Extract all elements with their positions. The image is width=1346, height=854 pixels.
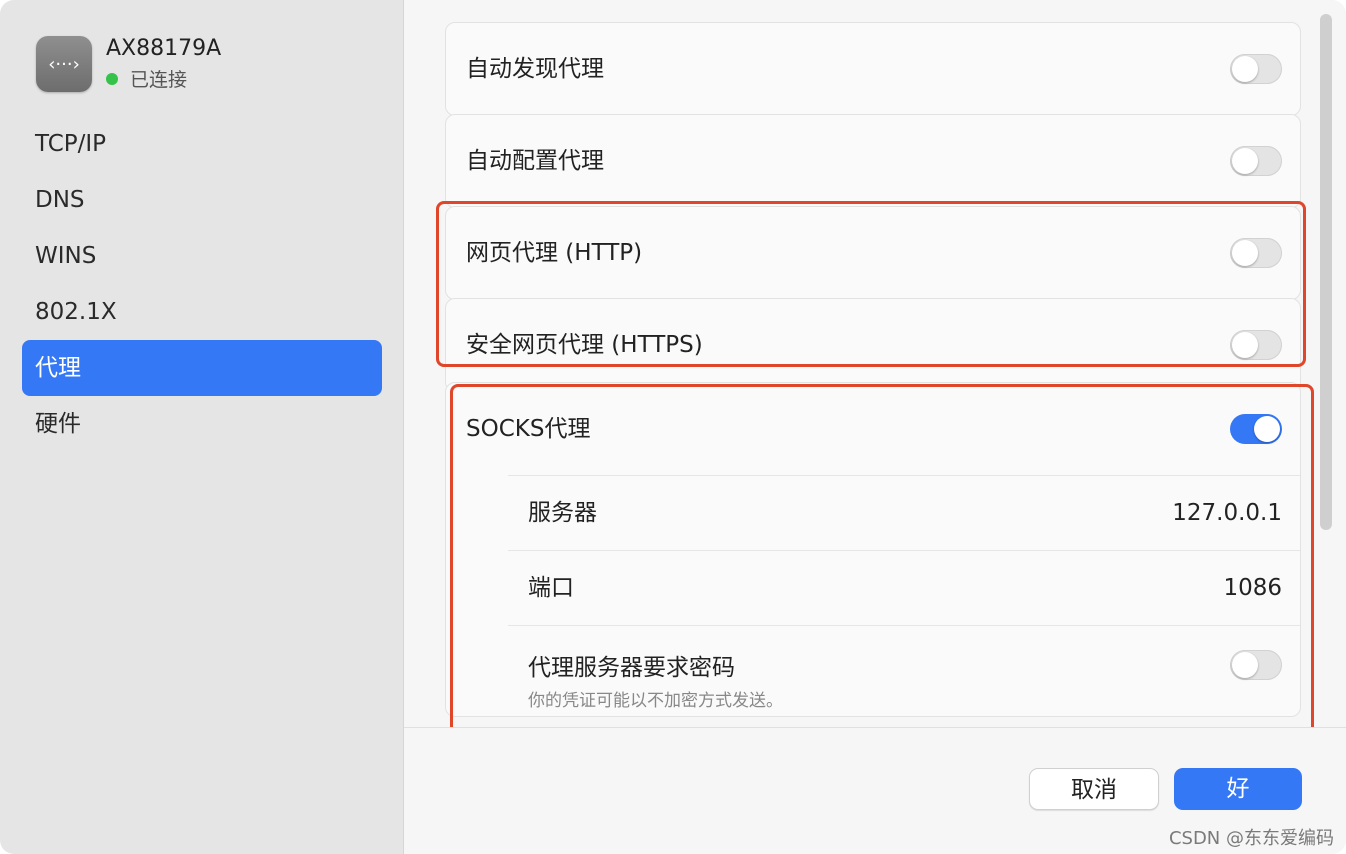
sidebar-item-label: 硬件 — [35, 411, 81, 437]
toggle-knob — [1232, 148, 1258, 174]
proxy-settings-content: 自动发现代理 自动配置代理 网页代理 (HTTP) 安全网页代理 (HTTPS)… — [404, 0, 1314, 727]
device-info: AX88179A 已连接 — [106, 36, 221, 92]
sidebar-item-label: DNS — [35, 187, 85, 213]
sidebar-nav: TCP/IP DNS WINS 802.1X 代理 硬件 — [22, 116, 382, 452]
device-status: 已连接 — [106, 65, 221, 92]
sidebar-item-tcpip[interactable]: TCP/IP — [22, 116, 382, 172]
auto-discovery-card: 自动发现代理 — [445, 22, 1301, 116]
highlight-box-socks — [450, 384, 1314, 727]
sidebar-item-label: 代理 — [35, 355, 81, 381]
network-interface-icon: ‹···› — [36, 36, 92, 92]
auto-discovery-label: 自动发现代理 — [466, 56, 604, 82]
sidebar-item-label: TCP/IP — [35, 131, 107, 157]
sidebar-item-8021x[interactable]: 802.1X — [22, 284, 382, 340]
scrollbar[interactable] — [1320, 14, 1332, 530]
device-name: AX88179A — [106, 36, 222, 61]
device-header: ‹···› AX88179A 已连接 — [36, 36, 221, 92]
auto-config-row: 自动配置代理 — [446, 115, 1300, 207]
toggle-knob — [1232, 56, 1258, 82]
watermark: CSDN @东东爱编码 — [1168, 828, 1334, 849]
main-panel: 自动发现代理 自动配置代理 网页代理 (HTTP) 安全网页代理 (HTTPS)… — [404, 0, 1346, 854]
auto-discovery-toggle[interactable] — [1230, 54, 1282, 84]
device-status-text: 已连接 — [130, 69, 188, 91]
auto-discovery-row: 自动发现代理 — [446, 23, 1300, 115]
auto-config-toggle[interactable] — [1230, 146, 1282, 176]
sidebar-item-proxies[interactable]: 代理 — [22, 340, 382, 396]
auto-config-label: 自动配置代理 — [466, 148, 604, 174]
sidebar: ‹···› AX88179A 已连接 TCP/IP DNS WINS 802.1… — [0, 0, 404, 854]
ok-button[interactable]: 好 — [1174, 768, 1302, 810]
cancel-button[interactable]: 取消 — [1029, 768, 1159, 810]
status-dot-icon — [106, 72, 118, 85]
sidebar-item-label: 802.1X — [35, 299, 117, 325]
highlight-box-http-https — [436, 201, 1306, 367]
sidebar-item-dns[interactable]: DNS — [22, 172, 382, 228]
sidebar-item-label: WINS — [35, 243, 97, 269]
network-settings-window: ‹···› AX88179A 已连接 TCP/IP DNS WINS 802.1… — [0, 0, 1346, 854]
sidebar-item-wins[interactable]: WINS — [22, 228, 382, 284]
auto-config-card: 自动配置代理 — [445, 114, 1301, 208]
sidebar-item-hardware[interactable]: 硬件 — [22, 396, 382, 452]
